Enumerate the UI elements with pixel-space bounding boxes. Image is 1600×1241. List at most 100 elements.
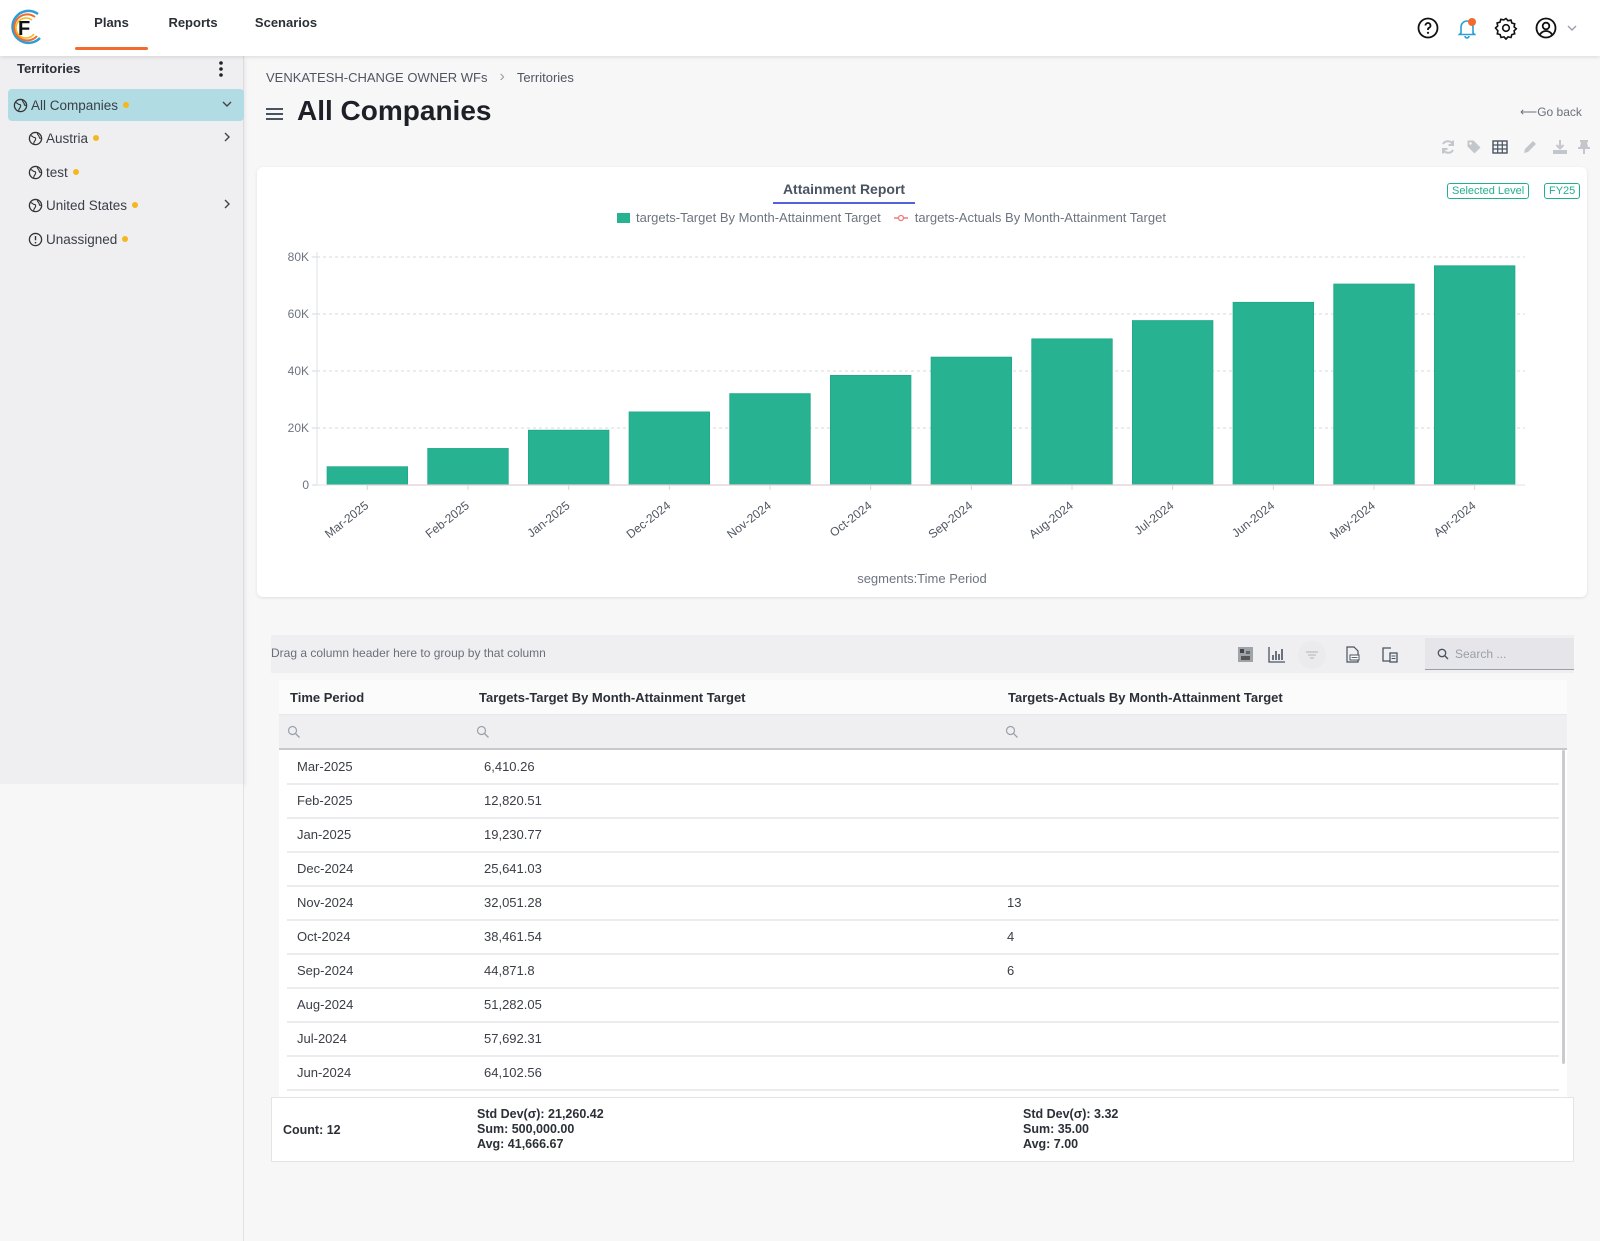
page-title: All Companies: [297, 95, 492, 126]
table-row[interactable]: Nov-2024 32,051.28 13: [287, 886, 1559, 921]
filter-target[interactable]: [476, 725, 490, 739]
bar-apr-2024[interactable]: [1434, 265, 1516, 486]
bar-jul-2024[interactable]: [1132, 320, 1214, 486]
bar-sep-2024[interactable]: [930, 356, 1012, 486]
bell-icon[interactable]: [1455, 16, 1479, 40]
more-options-icon[interactable]: [214, 60, 228, 78]
grid-search-box[interactable]: [1425, 638, 1574, 670]
go-back-label: Go back: [1537, 105, 1582, 119]
search-icon: [1437, 648, 1449, 659]
bar-nov-2024[interactable]: [729, 393, 811, 486]
globe-icon: [28, 131, 43, 145]
sidebar-item-austria[interactable]: Austria: [28, 122, 244, 154]
download-icon[interactable]: [1552, 139, 1568, 155]
cell-time-period: Feb-2025: [297, 793, 353, 808]
table-view-icon[interactable]: [1492, 139, 1508, 155]
app-logo[interactable]: F: [8, 8, 44, 46]
cell-target: 25,641.03: [484, 861, 542, 876]
x-tick-label: Dec-2024: [624, 498, 674, 541]
sidebar-item-all-companies[interactable]: All Companies: [8, 89, 244, 121]
table-row[interactable]: Jun-2024 64,102.56: [287, 1056, 1559, 1091]
filter-row: [279, 715, 1567, 750]
menu-toggle-icon[interactable]: [266, 107, 283, 121]
table-row[interactable]: Sep-2024 44,871.8 6: [287, 954, 1559, 989]
cell-time-period: Jun-2024: [297, 1065, 352, 1080]
breadcrumb-item-plan[interactable]: VENKATESH-CHANGE OWNER WFs: [266, 70, 488, 85]
sidebar-item-united-states[interactable]: United States: [28, 189, 244, 221]
table-body: Mar-2025 6,410.26 Feb-2025 12,820.51 Jan-202…: [279, 750, 1567, 1112]
top-navbar: F Plans Reports Scenarios: [0, 0, 1600, 56]
chevron-down-icon[interactable]: [221, 98, 233, 110]
bar-jan-2025[interactable]: [527, 429, 610, 486]
bar-aug-2024[interactable]: [1031, 338, 1113, 486]
filter-time-period[interactable]: [287, 725, 301, 739]
pin-icon[interactable]: [1576, 139, 1592, 155]
filter-icon[interactable]: [1298, 641, 1326, 669]
table-row[interactable]: Oct-2024 38,461.54 4: [287, 920, 1559, 955]
bar-jun-2024[interactable]: [1232, 301, 1314, 486]
cell-time-period: Oct-2024: [297, 929, 351, 944]
chart-icon[interactable]: [1268, 646, 1285, 663]
table-header-row: Time Period Targets-Target By Month-Atta…: [279, 680, 1567, 715]
nav-tab-scenarios[interactable]: Scenarios: [248, 0, 324, 50]
cell-target: 32,051.28: [484, 895, 542, 910]
column-header-target[interactable]: Targets-Target By Month-Attainment Targe…: [479, 690, 746, 705]
cell-time-period: Mar-2025: [297, 759, 353, 774]
chevron-down-icon[interactable]: [1566, 16, 1578, 40]
pdf-export-icon[interactable]: [1344, 646, 1361, 663]
cell-time-period: Jul-2024: [297, 1031, 347, 1046]
bar-mar-2025[interactable]: [326, 466, 408, 486]
chevron-right-icon[interactable]: [221, 131, 233, 143]
x-tick-label: Aug-2024: [1026, 498, 1076, 541]
go-back-link[interactable]: ⟵Go back: [1520, 105, 1582, 119]
column-header-time-period[interactable]: Time Period: [290, 690, 364, 705]
image-export-icon[interactable]: [1237, 646, 1254, 663]
summary-target-sum: Sum: 500,000.00: [477, 1122, 575, 1136]
nav-tab-plans[interactable]: Plans: [75, 0, 148, 50]
filter-actuals[interactable]: [1005, 725, 1019, 739]
bar-may-2024[interactable]: [1333, 283, 1415, 486]
cell-target: 38,461.54: [484, 929, 542, 944]
y-tick-label: 60K: [288, 307, 309, 321]
table-row[interactable]: Mar-2025 6,410.26: [287, 750, 1559, 785]
globe-icon: [28, 165, 43, 179]
edit-icon[interactable]: [1522, 139, 1538, 155]
sidebar-item-unassigned[interactable]: Unassigned: [28, 223, 244, 255]
column-chooser-icon[interactable]: [1381, 646, 1398, 663]
table-row[interactable]: Jul-2024 57,692.31: [287, 1022, 1559, 1057]
table-row[interactable]: Aug-2024 51,282.05: [287, 988, 1559, 1023]
table-row[interactable]: Dec-2024 25,641.03: [287, 852, 1559, 887]
vertical-scrollbar[interactable]: [1562, 750, 1565, 1064]
bar-dec-2024[interactable]: [628, 411, 711, 486]
column-header-actuals[interactable]: Targets-Actuals By Month-Attainment Targ…: [1008, 690, 1283, 705]
sidebar-item-test[interactable]: test: [28, 156, 244, 188]
breadcrumb-item-territories[interactable]: Territories: [517, 70, 574, 85]
summary-target-stddev: Std Dev(σ): 21,260.42: [477, 1107, 604, 1121]
data-grid: Drag a column header here to group by th…: [271, 635, 1574, 1185]
bar-oct-2024[interactable]: [830, 374, 912, 486]
summary-actuals-sum: Sum: 35.00: [1023, 1122, 1090, 1136]
table-row[interactable]: Jan-2025 19,230.77: [287, 818, 1559, 853]
gear-icon[interactable]: [1494, 16, 1518, 41]
x-tick-label: Sep-2024: [926, 498, 976, 541]
report-toolbar: [1440, 139, 1592, 155]
nav-tab-reports[interactable]: Reports: [158, 0, 228, 50]
bar-feb-2025[interactable]: [427, 448, 509, 486]
cell-actuals: 6: [1007, 963, 1015, 978]
breadcrumb-separator-icon: ›: [499, 68, 505, 85]
sidebar-empty-area: [0, 784, 244, 1241]
tag-icon[interactable]: [1466, 139, 1482, 155]
data-table: Time Period Targets-Target By Month-Atta…: [279, 680, 1567, 1112]
arrow-left-icon: ⟵: [1520, 105, 1538, 119]
group-panel[interactable]: Drag a column header here to group by th…: [271, 635, 1574, 673]
user-avatar-icon[interactable]: [1534, 16, 1558, 40]
refresh-icon[interactable]: [1440, 139, 1456, 155]
table-row[interactable]: Feb-2025 12,820.51: [287, 784, 1559, 819]
help-icon[interactable]: [1416, 16, 1440, 40]
grid-search-input[interactable]: [1455, 646, 1565, 661]
chevron-right-icon[interactable]: [221, 198, 233, 210]
sidebar-item-label: Austria: [46, 130, 89, 146]
x-tick-label: Oct-2024: [827, 498, 875, 540]
y-tick-label: 80K: [288, 250, 309, 264]
summary-footer: Count: 12 Std Dev(σ): 21,260.42 Sum: 500…: [271, 1097, 1574, 1162]
